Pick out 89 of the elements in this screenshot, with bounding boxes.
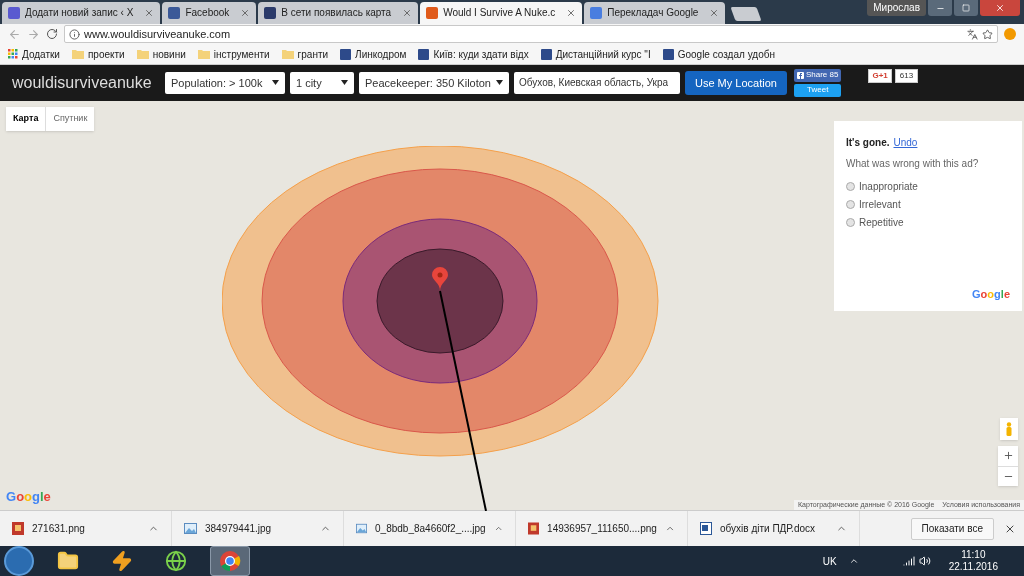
browser-tab[interactable]: Facebook [162,1,257,24]
ad-dismissed-text: It's gone. [846,135,890,150]
person-figure-icon [1005,421,1013,436]
profile-name-button[interactable]: Мирослав [867,0,926,16]
globe-icon [165,550,187,572]
browser-tab[interactable]: В сети появилась карта [258,1,419,24]
bookmark-link[interactable]: Дистанційний курс "І [555,46,651,62]
bookmark-star-icon[interactable] [982,28,993,40]
bookmark-link[interactable]: Линкодром [355,46,407,62]
radio-button[interactable] [846,217,855,227]
language-indicator[interactable]: UK [822,553,837,569]
folder-icon [71,49,84,60]
forward-icon[interactable] [27,27,40,41]
radio-button[interactable] [846,181,855,191]
word-document-icon [700,522,712,535]
site-logo[interactable]: wouldisurviveanuke [12,70,160,95]
dropdown-caret-icon [496,80,503,86]
pegman-button[interactable] [1000,417,1018,440]
bookmark-link[interactable]: гранти [297,46,329,62]
close-icon[interactable] [566,7,577,18]
image-file-icon [528,522,540,535]
show-all-button[interactable]: Показати все [910,517,994,540]
dropdown-select[interactable]: Peacekeeper: 350 Kiloton [359,71,509,94]
dropdown-caret-icon [341,80,348,86]
folder-icon [281,49,294,60]
folder-icon [197,49,210,60]
apps-grid-icon [8,49,18,60]
chrome-icon [219,550,241,572]
maximize-button[interactable] [954,0,978,16]
map-type-tab[interactable]: Спутник [45,106,95,131]
tab-title: В сети появилась карта [281,6,392,21]
reload-icon[interactable] [46,28,58,41]
radio-label: Repetitive [859,215,904,230]
show-hidden-icons-icon[interactable] [848,556,859,566]
location-pin-icon [432,266,448,291]
site-favicon-icon [418,48,430,60]
dropdown-select[interactable]: 1 city [290,71,354,94]
clock-time: 11:10 [961,549,986,561]
site-favicon-icon [540,48,552,60]
close-icon [995,3,1005,13]
bookmark-link[interactable]: Київ: куди здати відх [433,46,529,62]
location-field[interactable]: Обухов, Киевская область, Укра [514,71,680,94]
facebook-share-button[interactable]: Share 85 [793,68,842,82]
address-field[interactable]: www.wouldisurviveanuke.com [64,25,998,44]
dropdown-caret-icon [272,80,279,86]
lightning-icon [111,550,133,572]
google-logo: Google [6,487,51,506]
info-icon[interactable] [69,28,80,40]
bookmark-link[interactable]: Google создал удобн [677,46,775,62]
back-icon[interactable] [8,27,21,41]
map-placeholder[interactable] [0,100,1024,510]
dropdown-select[interactable]: Population: > 100k [165,71,285,94]
tab-title: Перекладач Google [607,6,699,21]
browser-tab[interactable]: Would I Survive A Nuke.c [420,1,583,24]
map-type-tab[interactable]: Карта [6,106,46,131]
facebook-icon [796,71,804,79]
share-count: 613 [894,68,919,83]
use-my-location-button[interactable]: Use My Location [685,70,787,95]
tab-title: Would I Survive A Nuke.c [443,6,556,21]
folder-icon [136,49,149,60]
bookmark-link[interactable]: новини [152,46,186,62]
maximize-icon [962,4,970,12]
google-logo: Google [972,287,1010,303]
radio-label: Irrelevant [859,197,901,212]
radio-label: Inappropriate [859,179,918,194]
clock-date: 22.11.2016 [948,561,998,573]
picture-file-icon [184,523,197,534]
bookmark-link[interactable]: Додатки [22,46,60,62]
image-file-icon [12,522,24,535]
site-favicon-icon [340,48,352,60]
folder-icon [57,550,79,572]
picture-file-icon [356,523,367,534]
new-tab-button[interactable] [730,6,762,21]
plus-icon [1002,450,1014,462]
undo-link[interactable]: Undo [893,134,918,150]
ad-feedback-question: What was wrong with this ad? [846,156,980,171]
browser-tab[interactable]: Перекладач Google [584,1,726,24]
update-alert-icon[interactable] [1004,28,1016,41]
browser-tab[interactable]: Додати новий запис ‹ Х [2,1,161,24]
translate-icon[interactable] [967,28,978,40]
radio-button[interactable] [846,199,855,209]
google-plus-button[interactable]: G+1 [868,68,892,83]
volume-icon[interactable] [918,555,931,567]
bookmark-link[interactable]: проекти [87,46,125,62]
start-button[interactable] [4,546,34,576]
site-favicon-icon [662,48,674,60]
bookmark-link[interactable]: інструменти [213,46,270,62]
tab-title: Додати новий запис ‹ Х [25,6,134,21]
tab-title: Facebook [185,6,230,21]
